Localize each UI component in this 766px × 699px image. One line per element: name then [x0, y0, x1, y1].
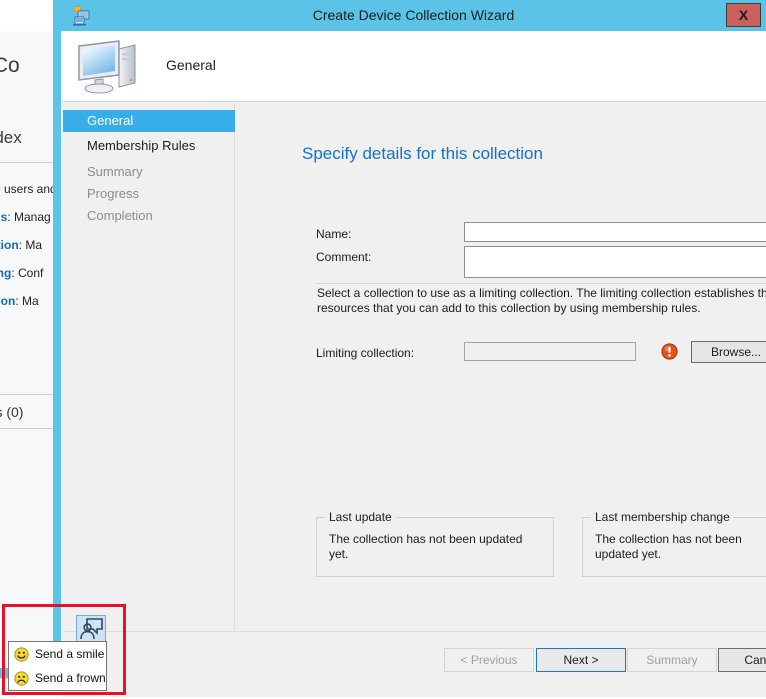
content-separator [316, 283, 766, 284]
comment-input[interactable] [464, 246, 766, 278]
background-alerts-label: lerts (0) [0, 404, 24, 420]
create-device-collection-wizard-dialog: Create Device Collection Wizard X Genera… [61, 0, 766, 697]
wizard-content-pane: Specify details for this collection Name… [236, 103, 766, 631]
background-link-line: ons: Manag [0, 210, 51, 224]
send-a-smile-item[interactable]: Send a smile [9, 643, 106, 666]
dialog-title-bar: Create Device Collection Wizard X [61, 0, 766, 31]
dialog-footer: < Previous Next > Summary Cancel [63, 631, 766, 697]
background-top-strip [0, 0, 60, 31]
background-left-pane: and Co n Index e users and ons: Manag gr… [0, 0, 60, 699]
cancel-button[interactable]: Cancel [718, 648, 766, 672]
comment-label: Comment: [316, 250, 372, 264]
sidebar-item-general[interactable]: General [63, 110, 235, 132]
last-membership-change-text: The collection has not been updated yet. [595, 532, 742, 561]
frowny-face-icon [14, 671, 29, 686]
sidebar-item-completion[interactable]: Completion [63, 205, 235, 227]
background-link-line: ering: Conf [0, 266, 44, 280]
last-update-title: Last update [325, 510, 396, 524]
close-icon[interactable]: X [726, 3, 761, 27]
background-text-line: e users and [0, 182, 57, 196]
browse-button[interactable]: Browse... [691, 341, 766, 363]
error-exclamation-icon [661, 343, 678, 360]
last-update-group: Last update The collection has not been … [316, 510, 554, 577]
background-accent-bar-vertical [53, 0, 61, 668]
next-button[interactable]: Next > [536, 648, 626, 672]
wizard-step-list: General Membership Rules Summary Progres… [63, 103, 235, 631]
background-link-line: gration: Ma [0, 238, 43, 252]
feedback-menu: Send a smile Send a frown [8, 641, 107, 691]
last-membership-change-title: Last membership change [591, 510, 734, 524]
wizard-step-label: General [166, 57, 216, 73]
last-membership-change-group: Last membership change The collection ha… [582, 510, 766, 577]
background-alerts-divider-bottom [0, 428, 59, 429]
page-title: Specify details for this collection [302, 144, 543, 163]
background-divider [0, 162, 59, 163]
background-alerts-divider-top [0, 394, 59, 395]
previous-button[interactable]: < Previous [444, 648, 534, 672]
limiting-collection-input[interactable] [464, 342, 636, 361]
send-a-smile-label: Send a smile [35, 647, 105, 661]
sidebar-item-membership-rules[interactable]: Membership Rules [63, 135, 235, 157]
summary-button[interactable]: Summary [627, 648, 717, 672]
dialog-body: General General Membership Rules Summary… [61, 31, 766, 697]
background-link-line: ection: Ma [0, 294, 39, 308]
smiley-face-icon [14, 647, 29, 662]
send-a-frown-label: Send a frown [35, 671, 106, 685]
wizard-step-header: General [63, 31, 766, 102]
limiting-collection-description: Select a collection to use as a limiting… [317, 286, 766, 315]
sidebar-item-progress[interactable]: Progress [63, 183, 235, 205]
dialog-title: Create Device Collection Wizard [312, 7, 515, 23]
limiting-collection-label: Limiting collection: [316, 346, 415, 360]
sidebar-item-summary[interactable]: Summary [63, 161, 235, 183]
name-input[interactable] [464, 222, 766, 242]
feedback-person-icon[interactable] [76, 615, 106, 642]
last-update-text: The collection has not been updated yet. [329, 532, 523, 561]
send-a-frown-item[interactable]: Send a frown [9, 667, 106, 690]
computer-icon [75, 39, 143, 95]
name-label: Name: [316, 227, 352, 241]
